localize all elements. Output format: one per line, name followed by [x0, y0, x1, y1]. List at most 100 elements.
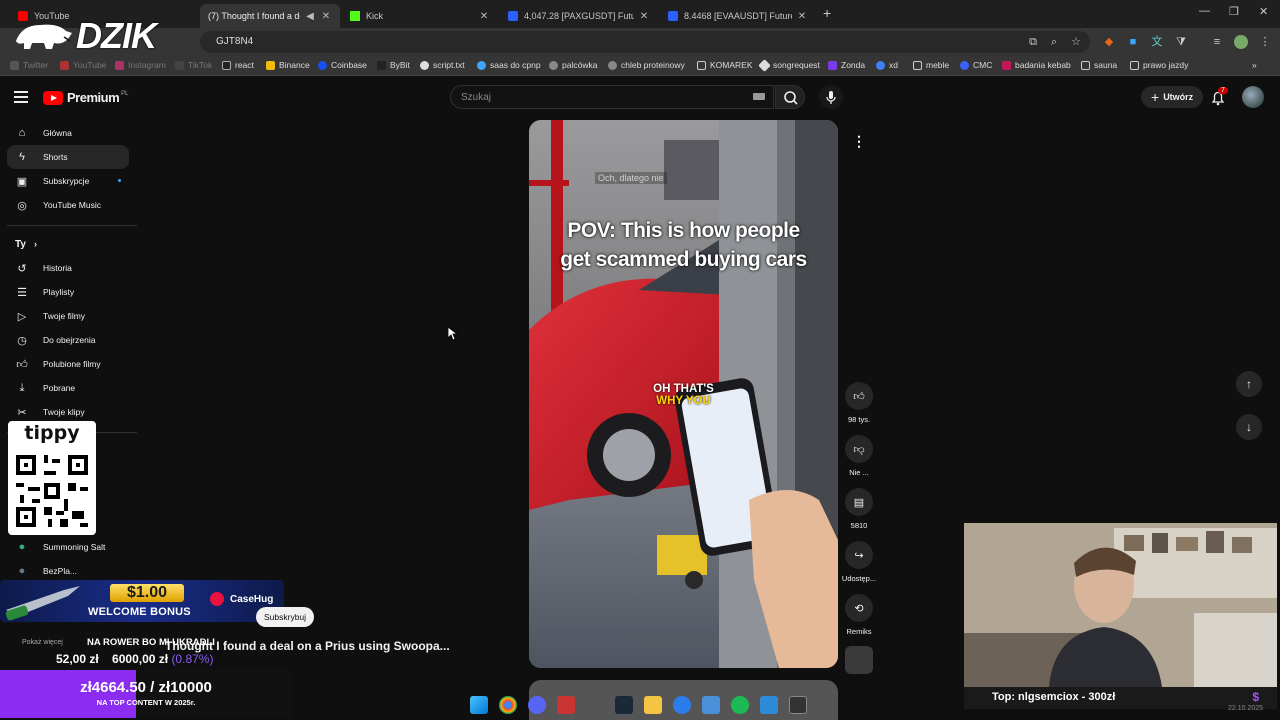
sidebar-item-watch-later[interactable]: ◷ Do obejrzenia: [7, 328, 129, 352]
minimize-icon[interactable]: —: [1199, 5, 1210, 17]
youtube-premium-logo[interactable]: Premium PL: [43, 90, 128, 105]
menu-icon[interactable]: [14, 91, 28, 103]
close-tab-icon[interactable]: ✕: [638, 11, 650, 22]
address-bar[interactable]: GJT8N4: [200, 31, 1090, 53]
bookmark-zonda[interactable]: Zonda: [828, 60, 865, 70]
tab-shorts-video[interactable]: (7) Thought I found a deal o ◀ ✕: [200, 4, 340, 28]
obs-taskbar-icon[interactable]: [586, 696, 604, 714]
shorts-video-player[interactable]: Och, dlatego nie POV: This is how people…: [529, 120, 838, 668]
next-short-button[interactable]: ↓: [1236, 414, 1262, 440]
bookmark-xd[interactable]: xd: [876, 60, 898, 70]
steam-taskbar-icon[interactable]: [615, 696, 633, 714]
donation-goal-values: 52,00 zł 6000,00 zł (0.87%): [56, 652, 213, 666]
bookmark-star-icon[interactable]: ☆: [1069, 35, 1083, 49]
folder-taskbar-icon[interactable]: [644, 696, 662, 714]
instagram-icon: [115, 60, 124, 70]
more-options-icon[interactable]: ⋮: [848, 133, 870, 155]
tab-paxg-futures[interactable]: 4,047.28 [PAXGUSDT] Futures, U ✕: [500, 4, 658, 28]
avatar[interactable]: [1242, 86, 1264, 108]
previous-short-button[interactable]: ↑: [1236, 371, 1262, 397]
bookmark-script[interactable]: script.txt: [420, 60, 465, 70]
discord-taskbar-icon[interactable]: [528, 696, 546, 714]
zoom-icon[interactable]: ⌕: [1047, 35, 1061, 49]
tab-evaa-futures[interactable]: 8.4468 [EVAAUSDT] Futures, US ✕: [660, 4, 816, 28]
bookmarks-overflow-icon[interactable]: »: [1252, 60, 1257, 70]
bookmark-tiktok[interactable]: TikTok: [175, 60, 212, 70]
close-window-icon[interactable]: ✕: [1259, 5, 1268, 18]
spotify-taskbar-icon[interactable]: [731, 696, 749, 714]
dislike-button[interactable]: 👎︎ Nie ...: [840, 435, 878, 477]
remix-button[interactable]: ⟲ Remiks: [840, 594, 878, 636]
speaker-icon[interactable]: ◀: [304, 11, 316, 22]
sidebar-item-shorts[interactable]: ϟ Shorts: [7, 145, 129, 169]
bookmark-kebab[interactable]: badania kebab: [1002, 60, 1071, 70]
bookmark-bybit[interactable]: ByBit: [377, 60, 410, 70]
logo-text: Premium: [67, 90, 120, 105]
bookmark-saas[interactable]: saas do cpnp: [477, 60, 541, 70]
close-tab-icon[interactable]: ✕: [320, 11, 332, 22]
close-tab-icon[interactable]: ✕: [478, 11, 490, 22]
subtitle-line: OH THAT'S: [653, 383, 714, 395]
windows-start-icon[interactable]: [470, 696, 488, 714]
bookmark-cmc[interactable]: CMC: [960, 60, 992, 70]
bookmark-palcowka[interactable]: palcówka: [549, 60, 597, 70]
notes-taskbar-icon[interactable]: [760, 696, 778, 714]
extension-fox-icon[interactable]: ◆: [1102, 35, 1116, 49]
bookmark-youtube[interactable]: YouTube: [60, 60, 106, 70]
bookmark-komarek[interactable]: KOMAREK: [697, 60, 753, 70]
tab-label: (7) Thought I found a deal o: [208, 11, 300, 21]
install-app-icon[interactable]: ⧉: [1026, 35, 1040, 49]
bookmark-meble[interactable]: meble: [913, 60, 949, 70]
search-button[interactable]: [775, 85, 805, 109]
create-button[interactable]: + Utwórz: [1141, 86, 1204, 108]
chrome-menu-icon[interactable]: ⋮: [1258, 35, 1272, 49]
show-more-link[interactable]: Pokaż więcej: [22, 639, 63, 646]
sidebar-item-downloads[interactable]: ⤓ Pobrane: [7, 376, 129, 400]
sidebar-item-liked[interactable]: 👍︎ Polubione filmy: [7, 352, 129, 376]
editor-taskbar-icon[interactable]: [557, 696, 575, 714]
terminal-taskbar-icon[interactable]: [789, 696, 807, 714]
extension-translate-icon[interactable]: 文: [1150, 35, 1164, 49]
bookmark-chleb[interactable]: chleb proteinowy: [608, 60, 685, 70]
profile-avatar-icon[interactable]: [1234, 35, 1248, 49]
search-input[interactable]: Szukaj: [450, 85, 774, 109]
coinbase-icon: [318, 60, 327, 70]
plus-icon: +: [1151, 89, 1160, 105]
bookmark-sauna[interactable]: sauna: [1081, 60, 1117, 70]
bookmark-binance[interactable]: Binance: [266, 60, 310, 70]
new-tab-button[interactable]: +: [823, 5, 831, 21]
comments-button[interactable]: ▤ 5810: [840, 488, 878, 530]
sidebar-item-home[interactable]: ⌂ Główna: [7, 121, 129, 145]
brand-text: DZIK: [76, 15, 157, 56]
restore-icon[interactable]: ❐: [1229, 5, 1239, 18]
bookmark-label: sauna: [1094, 60, 1118, 70]
tab-kick[interactable]: Kick ✕: [342, 4, 498, 28]
bookmark-twitter[interactable]: Twitter: [10, 60, 48, 70]
sidebar-item-your-videos[interactable]: ▷ Twoje filmy: [7, 304, 129, 328]
bookmark-prawo-jazdy[interactable]: prawo jazdy: [1130, 60, 1188, 70]
cursor-app-taskbar-icon[interactable]: [673, 696, 691, 714]
extensions-puzzle-icon[interactable]: ⧩: [1174, 35, 1188, 49]
sidebar-item-subscriptions[interactable]: ▣ Subskrypcje: [7, 169, 129, 193]
keyboard-icon[interactable]: [753, 93, 765, 100]
sidebar-you-heading[interactable]: Ty ›: [15, 239, 37, 250]
sidebar-item-playlists[interactable]: ☰ Playlisty: [7, 280, 129, 304]
bookmark-coinbase[interactable]: Coinbase: [318, 60, 367, 70]
sidebar-item-youtube-music[interactable]: ◎ YouTube Music: [7, 193, 129, 217]
share-button[interactable]: ↪ Udostęp...: [840, 541, 878, 583]
bookmark-songrequest[interactable]: songrequest: [758, 58, 820, 72]
bonus-text: WELCOME BONUS: [88, 606, 191, 618]
extension-blue-icon[interactable]: ■: [1126, 35, 1140, 49]
media-controls-icon[interactable]: ≡: [1210, 35, 1224, 49]
close-tab-icon[interactable]: ✕: [796, 11, 808, 22]
tool-taskbar-icon[interactable]: [702, 696, 720, 714]
chrome-taskbar-icon[interactable]: [499, 696, 517, 714]
sidebar-item-channel[interactable]: ● Summoning Salt: [7, 535, 129, 559]
bookmark-instagram[interactable]: Instagram: [115, 60, 166, 70]
sound-button[interactable]: [840, 646, 878, 679]
voice-search-button[interactable]: [819, 85, 843, 109]
sidebar-item-history[interactable]: ↺ Historia: [7, 256, 129, 280]
bookmark-react[interactable]: react: [222, 60, 254, 70]
subscribe-button[interactable]: Subskrybuj: [256, 607, 315, 627]
like-button[interactable]: 👍︎ 98 tys.: [840, 382, 878, 424]
